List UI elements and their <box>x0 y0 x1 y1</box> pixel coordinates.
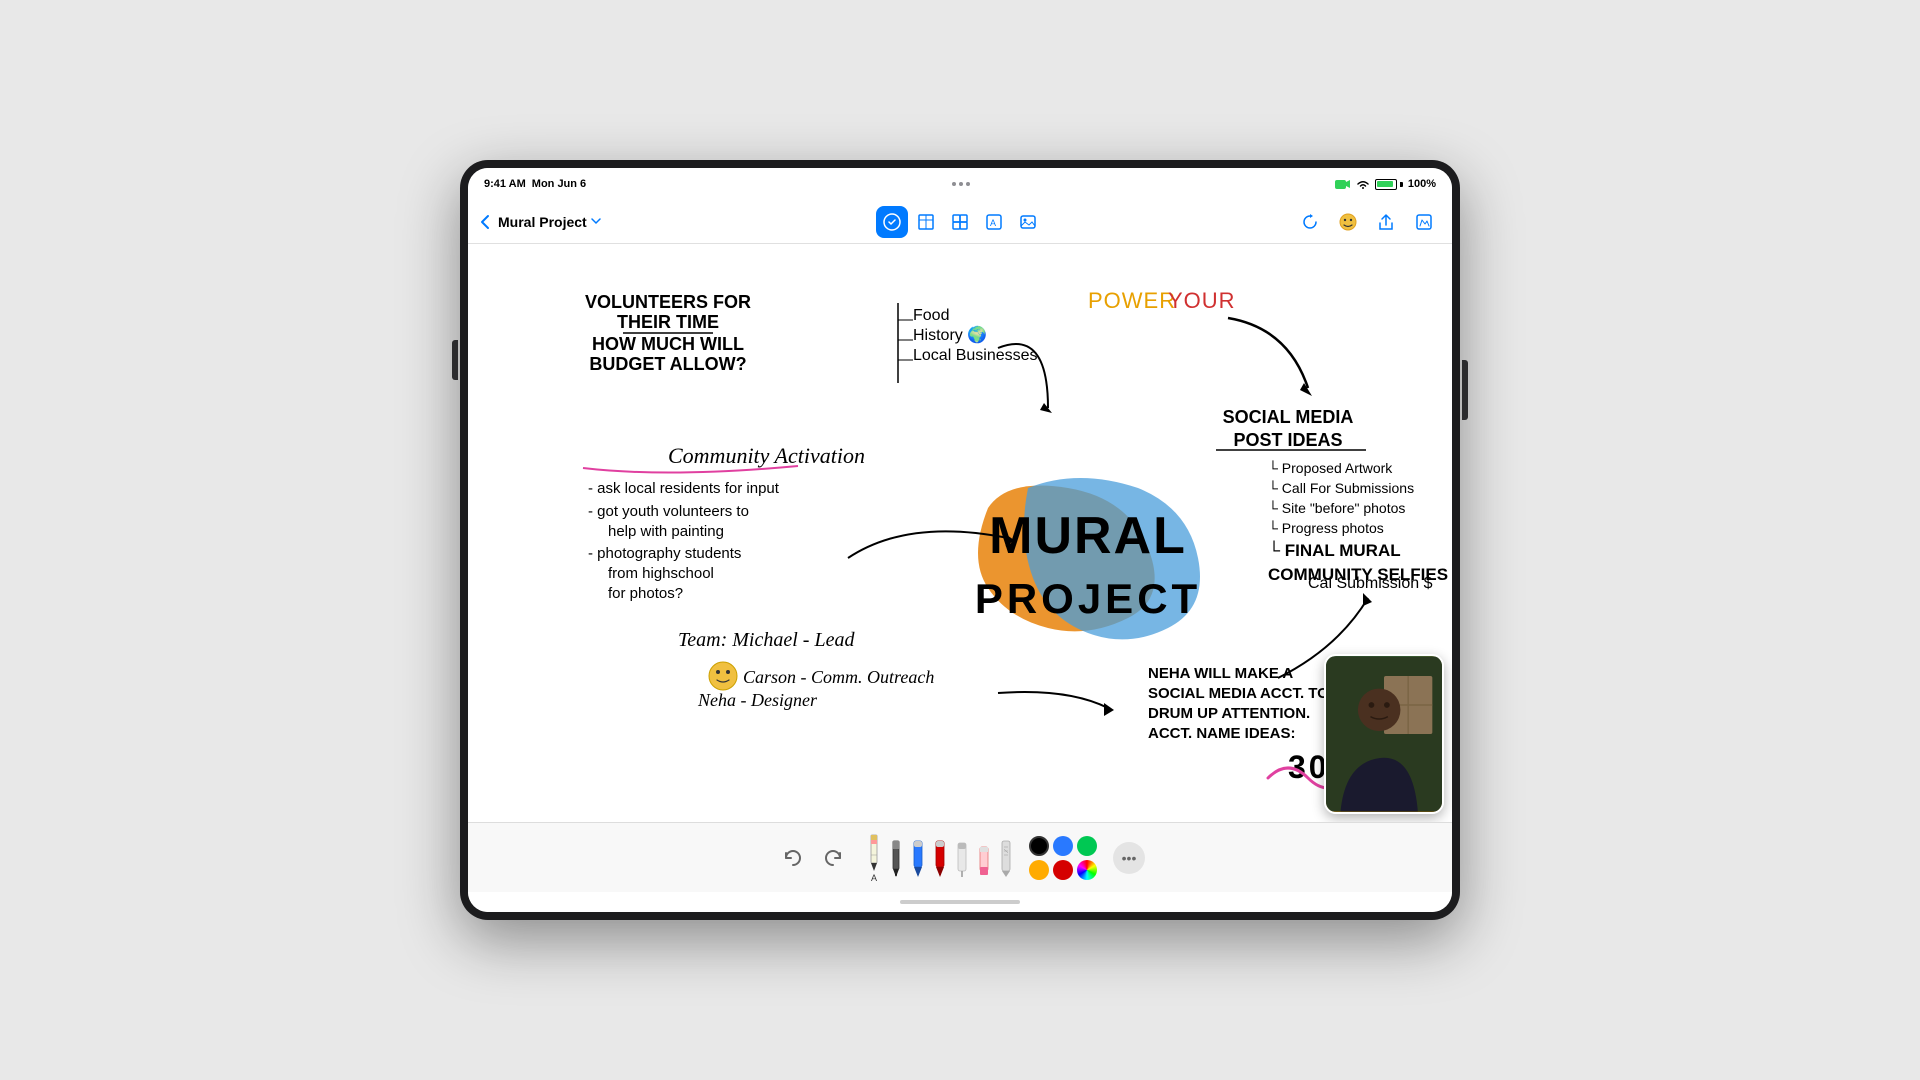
edit-button[interactable] <box>1408 206 1440 238</box>
pen-tool-button[interactable] <box>876 206 908 238</box>
handwriting-canvas: VOLUNTEERS FOR THEIR TIME HOW MUCH WILL … <box>468 244 1452 822</box>
color-row-1 <box>1029 836 1097 856</box>
svg-text:- photography students: - photography students <box>588 545 741 562</box>
status-dots <box>952 182 970 186</box>
color-black[interactable] <box>1029 836 1049 856</box>
status-bar: 9:41 AM Mon Jun 6 <box>468 168 1452 200</box>
svg-text:help with painting: help with painting <box>608 523 724 540</box>
sticker-button[interactable] <box>1332 206 1364 238</box>
svg-text:MURAL: MURAL <box>989 507 1187 565</box>
table-tool-button[interactable] <box>910 206 942 238</box>
redo-button[interactable] <box>815 840 851 876</box>
color-blue[interactable] <box>1053 836 1073 856</box>
shapes-tool-button[interactable] <box>944 206 976 238</box>
svg-text:PROJECT: PROJECT <box>975 575 1201 622</box>
color-green[interactable] <box>1077 836 1097 856</box>
svg-text:THEIR TIME: THEIR TIME <box>617 312 719 332</box>
spray-tool[interactable] <box>955 839 969 877</box>
time-display: 9:41 AM <box>484 178 526 190</box>
svg-text:└ FINAL MURAL: └ FINAL MURAL <box>1268 540 1401 560</box>
text-tool-button[interactable]: A <box>978 206 1010 238</box>
undo-button[interactable] <box>775 840 811 876</box>
svg-text:Team: Michael - Lead: Team: Michael - Lead <box>678 629 855 651</box>
undo-redo-group <box>775 840 851 876</box>
date-display: Mon Jun 6 <box>532 178 586 190</box>
svg-text:for photos?: for photos? <box>608 585 683 602</box>
pencil-tool[interactable]: A <box>867 833 881 883</box>
svg-text:HOW MUCH WILL: HOW MUCH WILL <box>592 334 744 354</box>
eraser-tool[interactable] <box>977 839 991 877</box>
texture-tool[interactable] <box>999 839 1013 877</box>
svg-text:NEHA WILL MAKE A: NEHA WILL MAKE A <box>1148 665 1293 682</box>
toolbar-center: A <box>876 206 1044 238</box>
svg-text:SOCIAL MEDIA: SOCIAL MEDIA <box>1223 407 1354 427</box>
blue-marker-tool[interactable] <box>911 839 925 877</box>
more-options-button[interactable]: ••• <box>1113 842 1145 874</box>
status-left: 9:41 AM Mon Jun 6 <box>484 178 586 190</box>
main-toolbar: Mural Project <box>468 200 1452 244</box>
video-person <box>1326 656 1442 812</box>
battery-percent: 100% <box>1408 178 1436 190</box>
color-yellow[interactable] <box>1029 860 1049 880</box>
home-bar <box>900 900 1020 904</box>
svg-text:└ Site "before" photos: └ Site "before" photos <box>1268 500 1405 516</box>
canvas-area[interactable]: VOLUNTEERS FOR THEIR TIME HOW MUCH WILL … <box>468 244 1452 822</box>
pencil-label: A <box>871 873 877 883</box>
red-marker-tool[interactable] <box>933 839 947 877</box>
svg-text:Carson - Comm. Outreach: Carson - Comm. Outreach <box>743 667 934 687</box>
svg-text:History 🌍: History 🌍 <box>913 325 987 344</box>
home-indicator[interactable] <box>468 892 1452 912</box>
svg-text:- got youth volunteers to: - got youth volunteers to <box>588 503 749 520</box>
toolbar-right <box>1052 206 1440 238</box>
svg-text:POST IDEAS: POST IDEAS <box>1233 430 1342 450</box>
battery-indicator <box>1375 179 1403 190</box>
svg-text:Community Activation: Community Activation <box>668 443 865 468</box>
svg-text:└ Call For Submissions: └ Call For Submissions <box>1268 480 1414 496</box>
svg-text:Neha - Designer: Neha - Designer <box>697 690 818 710</box>
pen-tool[interactable] <box>889 839 903 877</box>
svg-text:SOCIAL MEDIA ACCT. TO: SOCIAL MEDIA ACCT. TO <box>1148 685 1329 702</box>
dropdown-arrow-icon <box>591 218 601 225</box>
color-row-2 <box>1029 860 1097 880</box>
svg-text:YOUR: YOUR <box>1168 288 1236 313</box>
color-swatches <box>1029 836 1097 880</box>
svg-text:DRUM UP ATTENTION.: DRUM UP ATTENTION. <box>1148 705 1310 722</box>
color-gradient[interactable] <box>1077 860 1097 880</box>
svg-text:- ask local residents for inpu: - ask local residents for input <box>588 480 780 497</box>
camera-icon <box>1335 179 1351 190</box>
svg-text:└ Progress photos: └ Progress photos <box>1268 520 1384 536</box>
svg-text:Cal Submission $: Cal Submission $ <box>1308 575 1433 592</box>
share-button[interactable] <box>1370 206 1402 238</box>
svg-text:BUDGET ALLOW?: BUDGET ALLOW? <box>589 354 746 374</box>
drawing-toolbar: A <box>468 822 1452 892</box>
svg-text:VOLUNTEERS FOR: VOLUNTEERS FOR <box>585 292 751 312</box>
ipad-frame: 9:41 AM Mon Jun 6 <box>460 160 1460 920</box>
svg-text:Local Businesses: Local Businesses <box>913 347 1038 364</box>
toolbar-left: Mural Project <box>480 214 868 230</box>
history-button[interactable] <box>1294 206 1326 238</box>
svg-text:A: A <box>990 218 996 228</box>
status-right: 100% <box>1335 178 1436 190</box>
image-tool-button[interactable] <box>1012 206 1044 238</box>
svg-text:POWER: POWER <box>1088 288 1176 313</box>
ipad-screen: 9:41 AM Mon Jun 6 <box>468 168 1452 912</box>
svg-text:└ Proposed Artwork: └ Proposed Artwork <box>1268 460 1393 476</box>
back-button[interactable] <box>480 214 490 230</box>
svg-text:Food: Food <box>913 307 949 324</box>
color-red[interactable] <box>1053 860 1073 880</box>
wifi-icon <box>1356 179 1370 190</box>
document-title[interactable]: Mural Project <box>498 214 601 230</box>
svg-text:ACCT. NAME IDEAS:: ACCT. NAME IDEAS: <box>1148 725 1296 742</box>
video-call-overlay[interactable] <box>1324 654 1444 814</box>
svg-text:from highschool: from highschool <box>608 565 714 582</box>
